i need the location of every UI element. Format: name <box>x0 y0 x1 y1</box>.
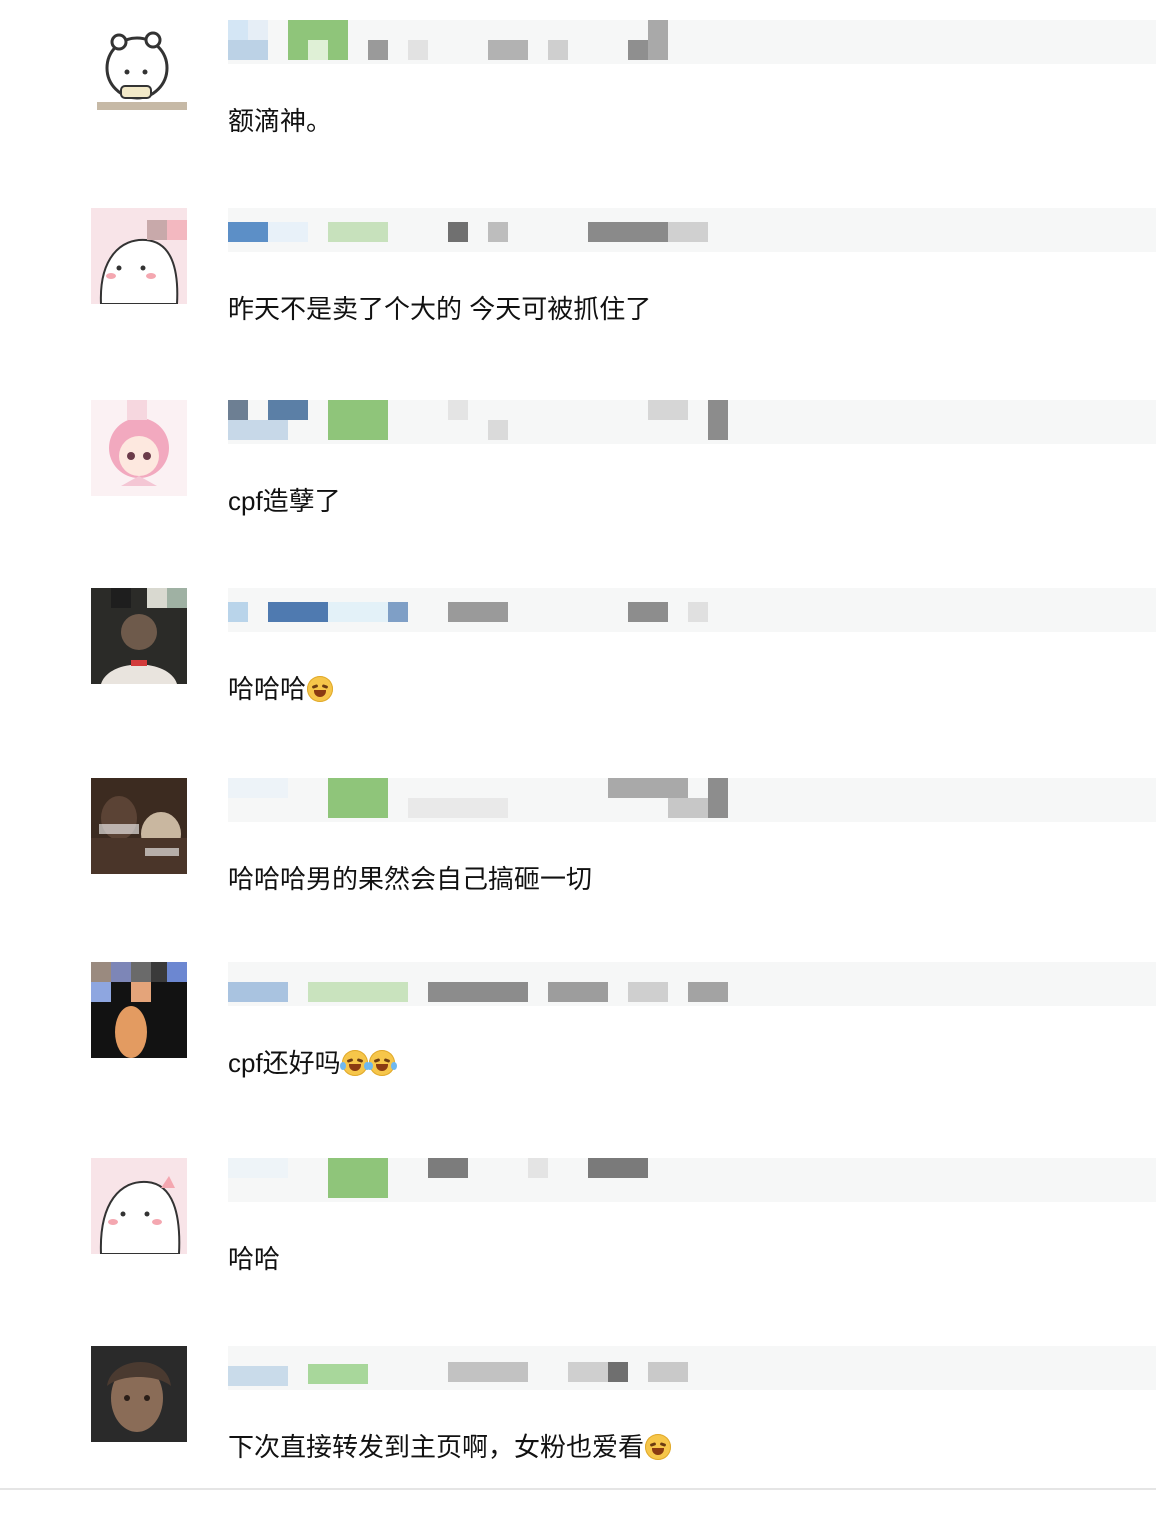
rofl-emoji-icon <box>307 676 334 702</box>
bottom-divider <box>0 1488 1156 1490</box>
comment-item: cpf造孽了 <box>0 400 1156 590</box>
comment-item: 下次直接转发到主页啊，女粉也爱看 <box>0 1346 1156 1536</box>
comment-meta-redacted <box>228 588 1156 632</box>
comment-meta-redacted <box>228 1346 1156 1390</box>
dog-meme-avatar-icon[interactable] <box>91 778 187 874</box>
comment-item: 哈哈哈男的果然会自己搞砸一切 <box>0 778 1156 968</box>
pink-cartoon-avatar-icon[interactable] <box>91 208 187 304</box>
comment-text: 下次直接转发到主页啊，女粉也爱看 <box>228 1430 672 1464</box>
portrait-avatar-icon[interactable] <box>91 1346 187 1442</box>
comment-text: 哈哈 <box>228 1244 281 1274</box>
comment-text: 哈哈哈男的果然会自己搞砸一切 <box>228 864 593 894</box>
tears-of-joy-emoji-icon <box>339 1050 370 1076</box>
comment-text: cpf造孽了 <box>228 486 341 516</box>
tears-of-joy-emoji-icon <box>366 1050 397 1076</box>
comment-meta-redacted <box>228 20 1156 64</box>
comment-meta-redacted <box>228 962 1156 1006</box>
night-photo-avatar-icon[interactable] <box>91 962 187 1058</box>
comment-meta-redacted <box>228 400 1156 444</box>
comment-meta-redacted <box>228 778 1156 822</box>
comment-text: 额滴神。 <box>228 106 333 136</box>
comment-text: 昨天不是卖了个大的 今天可被抓住了 <box>228 294 652 324</box>
comment-text: 哈哈哈 <box>228 672 334 706</box>
pink-doll-avatar-icon[interactable] <box>91 400 187 496</box>
rofl-emoji-icon <box>645 1434 672 1460</box>
comment-item: 哈哈哈 <box>0 588 1156 778</box>
comment-text: cpf还好吗 <box>228 1046 397 1080</box>
comment-item: 昨天不是卖了个大的 今天可被抓住了 <box>0 208 1156 398</box>
comment-meta-redacted <box>228 208 1156 252</box>
comment-item: 哈哈 <box>0 1158 1156 1348</box>
pink-cartoon-avatar-icon[interactable] <box>91 1158 187 1254</box>
comment-meta-redacted <box>228 1158 1156 1202</box>
comment-list: 额滴神。 昨天不是卖了个大的 今天可被抓住了 cpf造孽了 哈哈哈 哈哈哈男的果… <box>0 0 1156 1496</box>
comment-item: 额滴神。 <box>0 20 1156 210</box>
bear-sticker-avatar-icon[interactable] <box>91 20 187 116</box>
comment-item: cpf还好吗 <box>0 962 1156 1152</box>
photo-avatar-icon[interactable] <box>91 588 187 684</box>
